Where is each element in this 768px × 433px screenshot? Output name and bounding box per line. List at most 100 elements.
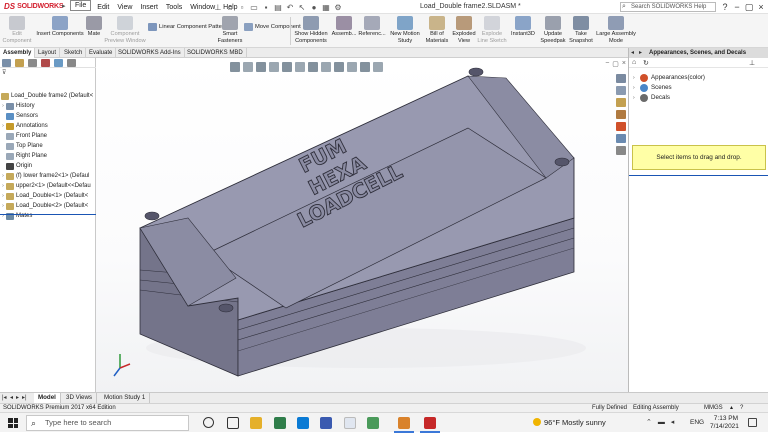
appearance-library-item[interactable]: › Appearances(color) xyxy=(633,73,705,83)
solidworks-taskbar-icon[interactable] xyxy=(424,417,436,429)
component-preview-button[interactable]: Component Preview Window xyxy=(104,16,146,44)
show-hidden-components-button[interactable]: Show Hidden Components xyxy=(294,16,328,44)
tree-item[interactable]: › Mates xyxy=(0,211,32,221)
next-tab-arrow-icon[interactable]: ▸ xyxy=(16,394,19,401)
tab-motion-study-1[interactable]: Motion Study 1 xyxy=(100,393,151,403)
tray-chevron-icon[interactable]: ⌃ xyxy=(646,419,652,426)
volume-icon[interactable]: ◂ xyxy=(671,419,675,426)
undo-icon[interactable]: ↶ xyxy=(284,1,296,13)
pin-icon[interactable]: ⊥ xyxy=(749,59,755,67)
view-palette-icon[interactable] xyxy=(616,110,626,119)
chrome-icon[interactable] xyxy=(367,417,379,429)
taskbar-clock[interactable]: 7:13 PM 7/14/2021 xyxy=(710,415,739,431)
tree-item[interactable]: › upper2<1> (Default<<Defau xyxy=(0,181,91,191)
network-icon[interactable]: ▬ xyxy=(658,419,665,426)
menu-insert[interactable]: Insert xyxy=(136,0,162,14)
reference-geometry-button[interactable]: Referenc... xyxy=(358,16,386,38)
cortana-icon[interactable] xyxy=(203,417,214,428)
file-explorer-icon[interactable] xyxy=(616,98,626,107)
tree-root-assembly[interactable]: Load_Double frame2 (Default< xyxy=(0,91,93,101)
tab-3d-views[interactable]: 3D Views xyxy=(62,393,98,403)
taskbar-search-input[interactable]: ⌕ Type here to search xyxy=(26,415,189,431)
options-gear-icon[interactable]: ⚙ xyxy=(332,1,344,13)
forward-arrow-icon[interactable]: ▸ xyxy=(639,48,642,58)
large-assembly-mode-button[interactable]: Large Assembly Mode xyxy=(596,16,636,44)
task-view-icon[interactable] xyxy=(227,417,239,429)
move-component-button[interactable]: Move Component xyxy=(244,23,301,31)
take-snapshot-button[interactable]: Take Snapshot xyxy=(568,16,594,44)
menu-view[interactable]: View xyxy=(113,0,136,14)
help-search-input[interactable]: ⌕ Search SOLIDWORKS Help xyxy=(620,2,716,12)
feature-tree-tab-icon[interactable] xyxy=(2,58,11,67)
insert-components-button[interactable]: Insert Components xyxy=(34,16,86,38)
tree-item[interactable]: › History xyxy=(0,101,35,111)
matlab-icon[interactable] xyxy=(398,417,410,429)
linear-pattern-button[interactable]: Linear Component Pattern xyxy=(148,23,227,31)
instant3d-button[interactable]: Instant3D xyxy=(510,16,536,38)
tree-item[interactable]: › (f) lower frame2<1> (Defaul xyxy=(0,171,89,181)
menu-file[interactable]: File xyxy=(70,0,92,11)
tree-filter[interactable]: ⊽ xyxy=(0,69,96,79)
pane-divider[interactable] xyxy=(629,175,768,176)
edge-browser-icon[interactable] xyxy=(297,417,309,429)
bill-of-materials-button[interactable]: Bill of Materials xyxy=(424,16,450,44)
exploded-view-button[interactable]: Exploded View xyxy=(452,16,476,44)
tab-evaluate[interactable]: Evaluate xyxy=(86,48,117,58)
weather-widget[interactable]: 96°F Mostly sunny xyxy=(533,418,606,427)
save-icon[interactable]: ▪ xyxy=(260,1,272,13)
open-folder-icon[interactable]: ▭ xyxy=(248,1,260,13)
tree-item[interactable]: › Load_Double<2> (Default< xyxy=(0,201,88,211)
property-manager-tab-icon[interactable] xyxy=(15,58,24,67)
unit-system[interactable]: MMGS xyxy=(704,404,723,412)
tree-item[interactable]: › Annotations xyxy=(0,121,48,131)
tree-item[interactable]: Right Plane xyxy=(0,151,47,161)
expand-arrow-icon[interactable]: › xyxy=(633,83,640,93)
tree-item[interactable]: Front Plane xyxy=(0,131,47,141)
tab-add-ins[interactable]: SOLIDWORKS Add-Ins xyxy=(115,48,185,58)
menu-tools[interactable]: Tools xyxy=(162,0,186,14)
home-icon[interactable]: ⌂ xyxy=(632,59,636,66)
smart-fasteners-button[interactable]: Smart Fasteners xyxy=(218,16,242,44)
file-properties-icon[interactable]: ▦ xyxy=(320,1,332,13)
new-motion-study-button[interactable]: New Motion Study xyxy=(388,16,422,44)
refresh-icon[interactable]: ↻ xyxy=(643,59,649,67)
graphics-area[interactable]: − ▢ × FUM HEXA LOADCELL xyxy=(96,58,628,392)
up-arrow-icon[interactable]: ▴ xyxy=(730,404,733,412)
expand-arrow-icon[interactable]: ▸ xyxy=(62,2,66,10)
back-arrow-icon[interactable]: ◂ xyxy=(631,48,634,58)
rebuild-icon[interactable]: ● xyxy=(308,1,320,13)
print-icon[interactable]: ▤ xyxy=(272,1,284,13)
update-speedpak-button[interactable]: Update Speedpak xyxy=(540,16,566,44)
first-tab-arrow-icon[interactable]: |◂ xyxy=(2,394,7,401)
expand-arrow-icon[interactable]: › xyxy=(633,73,640,83)
tab-sketch[interactable]: Sketch xyxy=(61,48,87,58)
file-explorer-taskbar-icon[interactable] xyxy=(250,417,262,429)
help-question-icon[interactable]: ? xyxy=(740,404,743,412)
forum-icon[interactable] xyxy=(616,146,626,155)
configuration-manager-tab-icon[interactable] xyxy=(28,58,37,67)
mail-icon[interactable] xyxy=(344,417,356,429)
solidworks-resources-icon[interactable] xyxy=(616,74,626,83)
appearances-icon[interactable] xyxy=(616,122,626,131)
design-library-icon[interactable] xyxy=(616,86,626,95)
prev-tab-arrow-icon[interactable]: ◂ xyxy=(10,394,13,401)
tab-mbd[interactable]: SOLIDWORKS MBD xyxy=(184,48,247,58)
solidworks-logo[interactable]: DS SOLIDWORKS xyxy=(0,0,64,14)
store-icon[interactable] xyxy=(320,417,332,429)
close-button[interactable]: × xyxy=(754,0,768,14)
tab-model[interactable]: Model xyxy=(34,393,61,403)
display-manager-tab-icon[interactable] xyxy=(54,58,63,67)
new-document-icon[interactable]: ▫ xyxy=(236,1,248,13)
language-indicator[interactable]: ENG xyxy=(690,419,704,426)
pin-icon[interactable]: ⊥ xyxy=(212,1,224,13)
app-taskbar-icon[interactable] xyxy=(274,417,286,429)
tab-assembly[interactable]: Assembly xyxy=(0,48,36,58)
menu-edit[interactable]: Edit xyxy=(93,0,113,14)
select-icon[interactable]: ↖ xyxy=(296,1,308,13)
mate-button[interactable]: Mate xyxy=(86,16,102,38)
dimxpert-tab-icon[interactable] xyxy=(41,58,50,67)
notification-icon[interactable] xyxy=(748,418,757,427)
tree-item[interactable]: Top Plane xyxy=(0,141,43,151)
tree-item[interactable]: › Load_Double<1> (Default< xyxy=(0,191,88,201)
appearance-library-item[interactable]: › Scenes xyxy=(633,83,672,93)
